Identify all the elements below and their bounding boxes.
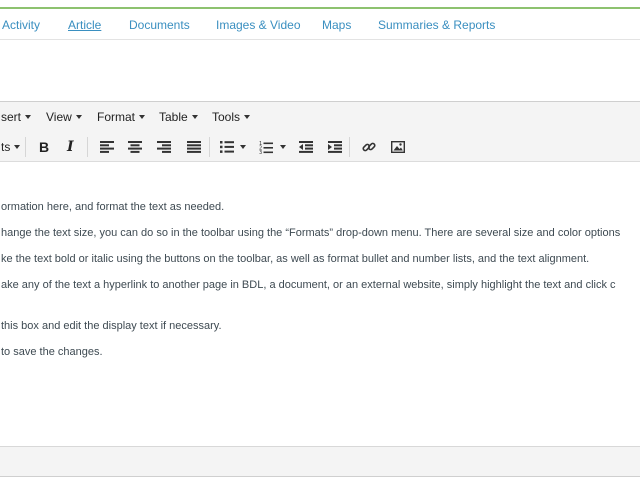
outdent-icon — [299, 141, 313, 153]
chevron-down-icon — [75, 115, 82, 119]
section-tabs: Activity Article Documents Images & Vide… — [0, 9, 640, 40]
bullet-list-options[interactable] — [240, 138, 246, 156]
content-line: ake any of the text a hyperlink to anoth… — [1, 279, 616, 291]
italic-button[interactable]: I — [67, 138, 74, 156]
tab-documents[interactable]: Documents — [129, 18, 190, 32]
numbered-list-icon: 123 — [259, 141, 273, 154]
insert-link-button[interactable] — [362, 138, 376, 156]
editor-menubar: sert View Format Table Tools — [0, 102, 640, 133]
chevron-down-icon — [280, 145, 286, 149]
toolbar-divider — [87, 137, 88, 157]
menu-insert[interactable]: sert — [1, 110, 32, 124]
tab-images-video[interactable]: Images & Video — [216, 18, 301, 32]
insert-image-button[interactable] — [391, 138, 405, 156]
bold-button[interactable]: B — [39, 138, 49, 156]
indent-icon — [328, 141, 342, 153]
align-right-button[interactable] — [157, 138, 171, 156]
menu-format[interactable]: Format — [97, 110, 146, 124]
link-icon — [362, 142, 376, 152]
align-left-icon — [100, 141, 114, 153]
align-right-icon — [157, 141, 171, 153]
formats-dropdown[interactable]: ts — [1, 138, 21, 156]
menu-tools[interactable]: Tools — [212, 110, 251, 124]
editor-content[interactable]: ormation here, and format the text as ne… — [0, 162, 640, 446]
tab-activity[interactable]: Activity — [2, 18, 40, 32]
align-center-icon — [128, 141, 142, 153]
rich-text-editor: sert View Format Table Tools ts B I 123 — [0, 101, 640, 477]
content-line: ke the text bold or italic using the but… — [1, 253, 590, 265]
align-center-button[interactable] — [128, 138, 142, 156]
menu-table[interactable]: Table — [159, 110, 198, 124]
align-justify-icon — [187, 141, 201, 153]
chevron-down-icon — [240, 145, 246, 149]
toolbar-divider — [25, 137, 26, 157]
bullet-list-icon — [220, 141, 234, 153]
toolbar-divider — [349, 137, 350, 157]
title-area — [0, 40, 640, 100]
numbered-list-button[interactable]: 123 — [259, 138, 273, 156]
tab-article[interactable]: Article — [68, 18, 101, 32]
tab-maps[interactable]: Maps — [322, 18, 351, 32]
editor-toolbar: ts B I 123 — [0, 132, 640, 162]
svg-text:3: 3 — [259, 150, 262, 154]
image-icon — [391, 141, 405, 153]
chevron-down-icon — [191, 115, 198, 119]
content-line: ormation here, and format the text as ne… — [1, 201, 225, 213]
align-left-button[interactable] — [100, 138, 114, 156]
content-line: to save the changes. — [1, 346, 103, 358]
chevron-down-icon — [244, 115, 251, 119]
outdent-button[interactable] — [299, 138, 313, 156]
numbered-list-options[interactable] — [280, 138, 286, 156]
content-line: this box and edit the display text if ne… — [1, 320, 222, 332]
chevron-down-icon — [139, 115, 146, 119]
tab-summaries-reports[interactable]: Summaries & Reports — [378, 18, 495, 32]
bullet-list-button[interactable] — [220, 138, 234, 156]
toolbar-divider — [209, 137, 210, 157]
menu-view[interactable]: View — [46, 110, 82, 124]
chevron-down-icon — [25, 115, 32, 119]
content-line: hange the text size, you can do so in th… — [1, 227, 621, 239]
align-justify-button[interactable] — [187, 138, 201, 156]
chevron-down-icon — [14, 145, 21, 149]
editor-statusbar — [0, 446, 640, 476]
indent-button[interactable] — [328, 138, 342, 156]
